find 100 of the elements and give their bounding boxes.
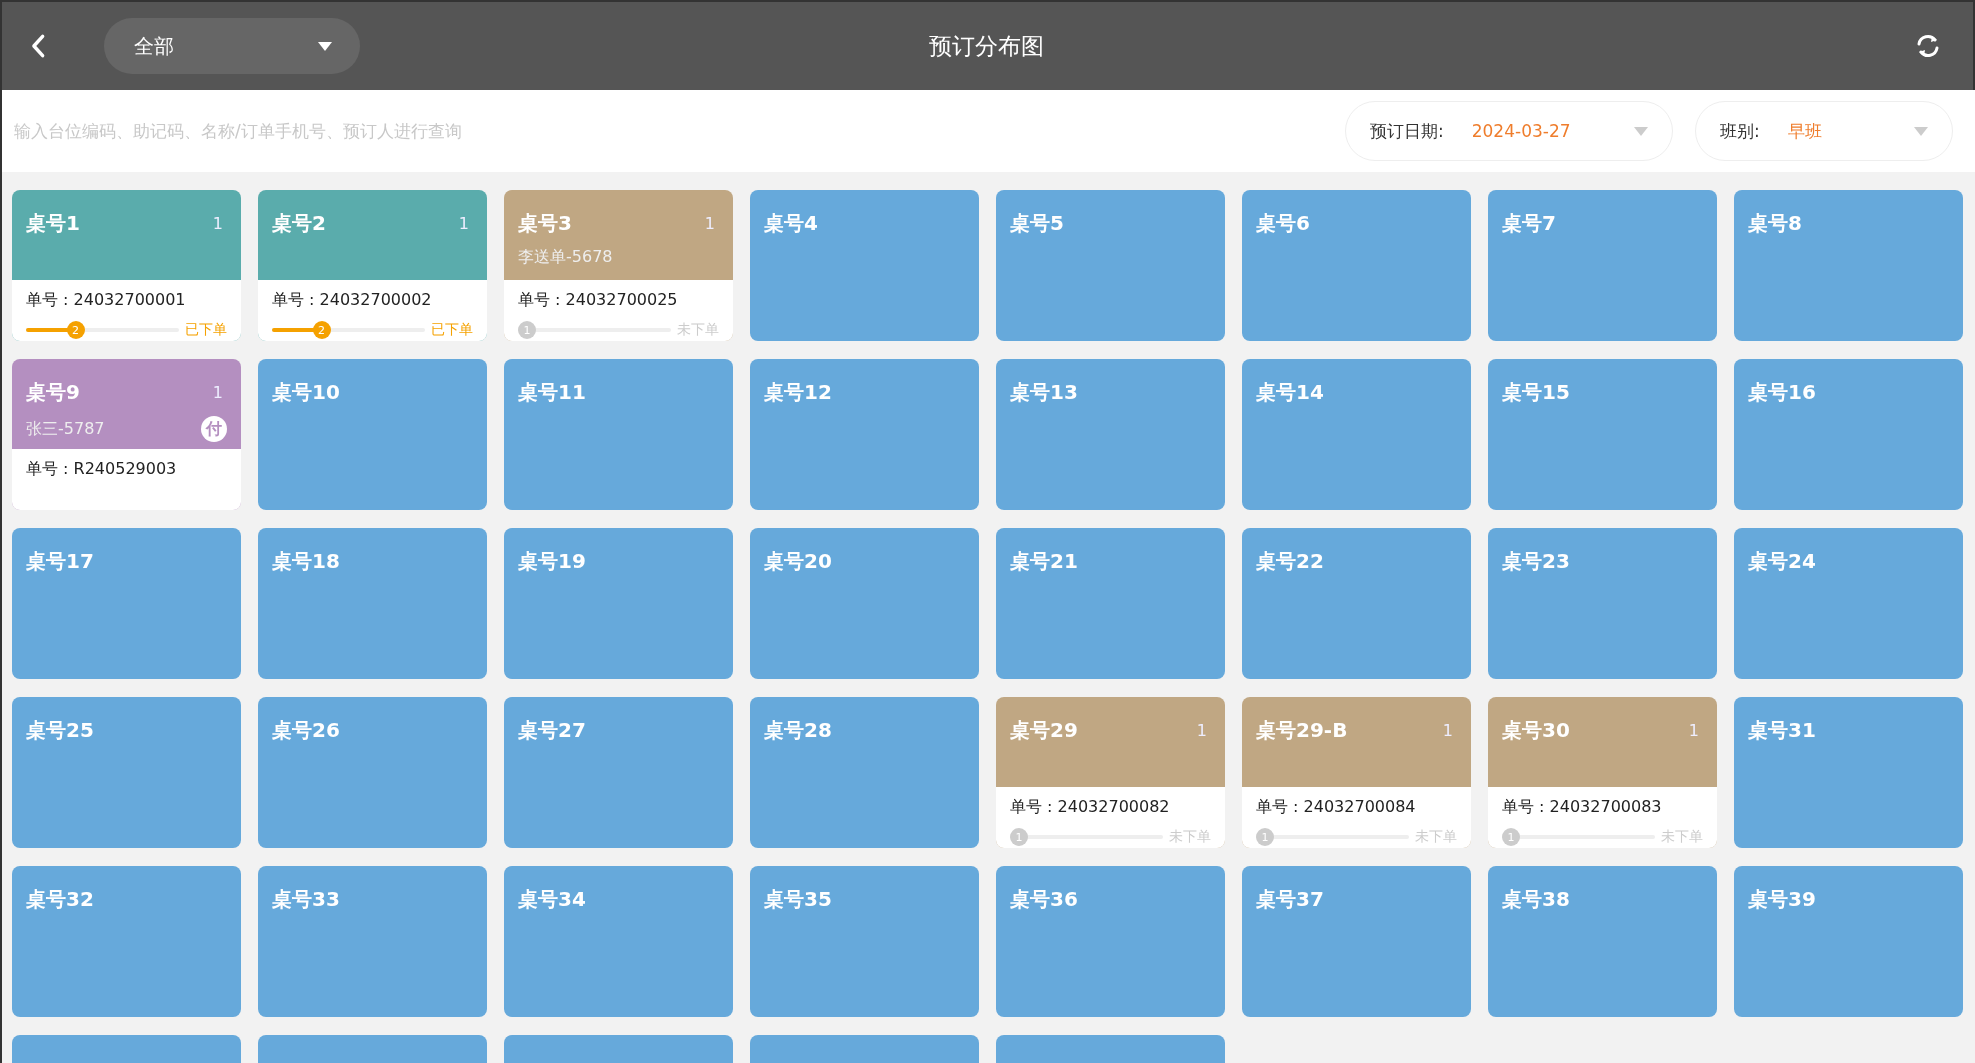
guest-count: 1: [212, 383, 224, 402]
table-name: 桌号28: [764, 717, 832, 744]
table-card[interactable]: [750, 1035, 979, 1063]
table-name: 桌号27: [518, 717, 586, 744]
table-card[interactable]: 桌号20: [750, 528, 979, 679]
table-name: 桌号19: [518, 548, 586, 575]
table-card[interactable]: 桌号16: [1734, 359, 1963, 510]
progress-slider: 2: [272, 321, 425, 339]
table-name: 桌号31: [1748, 717, 1816, 744]
table-name: 桌号4: [764, 210, 818, 237]
table-name: 桌号36: [1010, 886, 1078, 913]
table-card[interactable]: 桌号22: [1242, 528, 1471, 679]
guest-name: 张三-5787: [26, 418, 105, 440]
table-name: 桌号25: [26, 717, 94, 744]
table-card[interactable]: 桌号6: [1242, 190, 1471, 341]
guest-count: 1: [704, 214, 716, 233]
table-card[interactable]: 桌号32: [12, 866, 241, 1017]
caret-icon: [1634, 126, 1648, 136]
table-card[interactable]: 桌号28: [750, 697, 979, 848]
table-name: 桌号33: [272, 886, 340, 913]
table-name: 桌号18: [272, 548, 340, 575]
table-card[interactable]: 桌号7: [1488, 190, 1717, 341]
table-name: 桌号38: [1502, 886, 1570, 913]
table-name: 桌号8: [1748, 210, 1802, 237]
order-number: 单号 : 24032700084: [1256, 797, 1417, 818]
table-name: 桌号29: [1010, 717, 1078, 744]
table-card[interactable]: 桌号35: [750, 866, 979, 1017]
table-name: 桌号37: [1256, 886, 1324, 913]
guest-count: 1: [458, 214, 470, 233]
table-card[interactable]: [504, 1035, 733, 1063]
table-card[interactable]: 桌号14: [1242, 359, 1471, 510]
table-card[interactable]: 桌号5: [996, 190, 1225, 341]
guest-count: 1: [212, 214, 224, 233]
caret-icon: [318, 41, 332, 51]
table-card[interactable]: 桌号4: [750, 190, 979, 341]
table-card[interactable]: 桌号33: [258, 866, 487, 1017]
table-name: 桌号20: [764, 548, 832, 575]
table-card[interactable]: [12, 1035, 241, 1063]
table-card[interactable]: [996, 1035, 1225, 1063]
order-status: 已下单: [431, 321, 473, 339]
table-card[interactable]: 桌号38: [1488, 866, 1717, 1017]
table-card[interactable]: 桌号8: [1734, 190, 1963, 341]
table-card[interactable]: 桌号11: [504, 359, 733, 510]
table-name: 桌号16: [1748, 379, 1816, 406]
table-name: 桌号26: [272, 717, 340, 744]
table-name: 桌号10: [272, 379, 340, 406]
progress-slider: 2: [26, 321, 179, 339]
order-number: 单号 : R240529003: [26, 459, 178, 480]
table-name: 桌号32: [26, 886, 94, 913]
table-card[interactable]: 桌号39: [1734, 866, 1963, 1017]
table-card[interactable]: 桌号2 1 单号 : 24032700002 2 已下单: [258, 190, 487, 341]
table-card[interactable]: 桌号37: [1242, 866, 1471, 1017]
table-name: 桌号24: [1748, 548, 1816, 575]
table-card[interactable]: 桌号26: [258, 697, 487, 848]
table-card[interactable]: 桌号17: [12, 528, 241, 679]
table-card[interactable]: 桌号36: [996, 866, 1225, 1017]
table-name: 桌号21: [1010, 548, 1078, 575]
table-card[interactable]: 桌号25: [12, 697, 241, 848]
table-name: 桌号23: [1502, 548, 1570, 575]
order-number: 单号 : 24032700083: [1502, 797, 1663, 818]
table-card[interactable]: 桌号9 1 张三-5787 付 单号 : R240529003: [12, 359, 241, 510]
table-name: 桌号30: [1502, 717, 1570, 744]
table-name: 桌号15: [1502, 379, 1570, 406]
table-card[interactable]: 桌号21: [996, 528, 1225, 679]
table-card[interactable]: 桌号23: [1488, 528, 1717, 679]
table-card[interactable]: 桌号10: [258, 359, 487, 510]
order-number: 单号 : 24032700082: [1010, 797, 1171, 818]
table-name: 桌号13: [1010, 379, 1078, 406]
table-card[interactable]: 桌号15: [1488, 359, 1717, 510]
paid-badge: 付: [201, 416, 227, 442]
table-name: 桌号29-B: [1256, 717, 1348, 744]
table-card[interactable]: [258, 1035, 487, 1063]
table-card[interactable]: 桌号13: [996, 359, 1225, 510]
page-title: 预订分布图: [929, 31, 1044, 61]
table-name: 桌号1: [26, 210, 80, 237]
table-name: 桌号17: [26, 548, 94, 575]
table-name: 桌号22: [1256, 548, 1324, 575]
table-card[interactable]: 桌号31: [1734, 697, 1963, 848]
table-card[interactable]: 桌号34: [504, 866, 733, 1017]
table-card[interactable]: 桌号24: [1734, 528, 1963, 679]
table-name: 桌号11: [518, 379, 586, 406]
guest-count: 1: [1196, 721, 1208, 740]
area-dropdown[interactable]: 全部: [103, 18, 360, 74]
table-card[interactable]: 桌号18: [258, 528, 487, 679]
order-number: 单号 : 24032700002: [272, 290, 433, 311]
table-card[interactable]: 桌号19: [504, 528, 733, 679]
table-name: 桌号6: [1256, 210, 1310, 237]
caret-icon: [1914, 126, 1928, 136]
back-icon[interactable]: [30, 33, 46, 59]
guest-count: 1: [1442, 721, 1454, 740]
table-card[interactable]: 桌号1 1 单号 : 24032700001 2 已下单: [12, 190, 241, 341]
table-name: 桌号14: [1256, 379, 1324, 406]
order-number: 单号 : 24032700001: [26, 290, 187, 311]
table-name: 桌号7: [1502, 210, 1556, 237]
table-card[interactable]: 桌号27: [504, 697, 733, 848]
table-name: 桌号2: [272, 210, 326, 237]
table-card[interactable]: 桌号12: [750, 359, 979, 510]
table-name: 桌号35: [764, 886, 832, 913]
order-number: 单号 : 24032700025: [518, 290, 679, 311]
table-name: 桌号5: [1010, 210, 1064, 237]
